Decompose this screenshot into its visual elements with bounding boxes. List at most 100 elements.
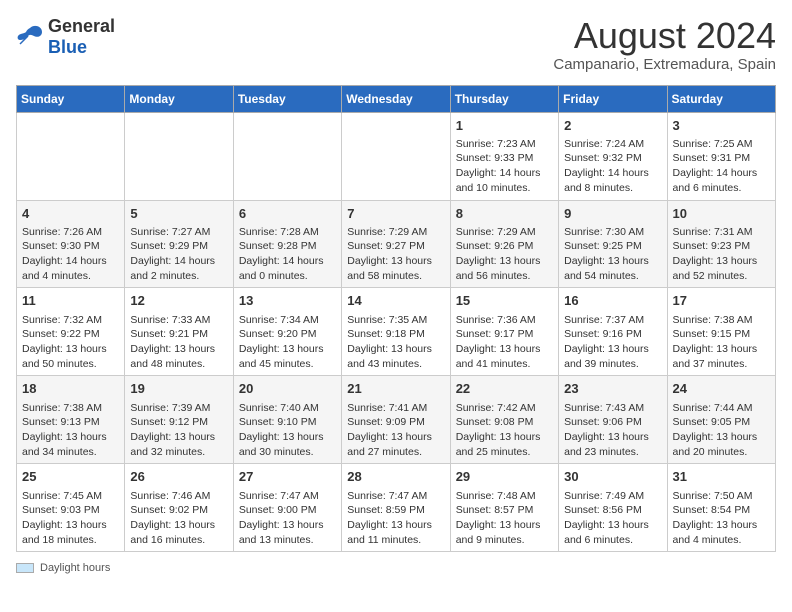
day-info: Sunrise: 7:36 AM Sunset: 9:17 PM Dayligh…	[456, 313, 553, 372]
day-number: 27	[239, 468, 336, 486]
day-info: Sunrise: 7:28 AM Sunset: 9:28 PM Dayligh…	[239, 225, 336, 284]
logo: General Blue	[16, 16, 115, 58]
subtitle: Campanario, Extremadura, Spain	[553, 56, 776, 73]
logo-text-blue: Blue	[48, 37, 87, 57]
daylight-indicator	[16, 563, 34, 573]
day-number: 13	[239, 292, 336, 310]
calendar-cell: 18 Sunrise: 7:38 AM Sunset: 9:13 PM Dayli…	[17, 376, 125, 464]
calendar-cell: 4Sunrise: 7:26 AM Sunset: 9:30 PM Daylig…	[17, 200, 125, 288]
calendar-cell: 30Sunrise: 7:49 AM Sunset: 8:56 PM Dayli…	[559, 464, 667, 552]
day-number: 17	[673, 292, 770, 310]
calendar-cell: 9Sunrise: 7:30 AM Sunset: 9:25 PM Daylig…	[559, 200, 667, 288]
day-info: Sunrise: 7:27 AM Sunset: 9:29 PM Dayligh…	[130, 225, 227, 284]
day-number: 31	[673, 468, 770, 486]
day-number: 6	[239, 205, 336, 223]
day-info: Sunrise: 7:48 AM Sunset: 8:57 PM Dayligh…	[456, 489, 553, 548]
calendar-cell: 17 Sunrise: 7:38 AM Sunset: 9:15 PM Dayli…	[667, 288, 775, 376]
day-number: 3	[673, 117, 770, 135]
day-info: Sunrise: 7:38 AM Sunset: 9:13 PM Dayligh…	[22, 401, 119, 460]
header-cell-tuesday: Tuesday	[233, 85, 341, 112]
calendar-cell: 23 Sunrise: 7:43 AM Sunset: 9:06 PM Dayli…	[559, 376, 667, 464]
calendar-week-2: 4Sunrise: 7:26 AM Sunset: 9:30 PM Daylig…	[17, 200, 776, 288]
calendar-cell: 1Sunrise: 7:23 AM Sunset: 9:33 PM Daylig…	[450, 112, 558, 200]
day-info: Sunrise: 7:41 AM Sunset: 9:09 PM Dayligh…	[347, 401, 444, 460]
calendar-cell: 2Sunrise: 7:24 AM Sunset: 9:32 PM Daylig…	[559, 112, 667, 200]
day-number: 8	[456, 205, 553, 223]
logo-bird-icon	[16, 24, 44, 46]
day-number: 19	[130, 380, 227, 398]
calendar-cell: 19 Sunrise: 7:39 AM Sunset: 9:12 PM Dayli…	[125, 376, 233, 464]
day-info: Sunrise: 7:24 AM Sunset: 9:32 PM Dayligh…	[564, 137, 661, 196]
calendar-cell: 8 Sunrise: 7:29 AM Sunset: 9:26 PM Daylig…	[450, 200, 558, 288]
day-info: Sunrise: 7:31 AM Sunset: 9:23 PM Dayligh…	[673, 225, 770, 284]
day-info: Sunrise: 7:29 AM Sunset: 9:27 PM Dayligh…	[347, 225, 444, 284]
day-number: 5	[130, 205, 227, 223]
header-cell-wednesday: Wednesday	[342, 85, 450, 112]
main-title: August 2024	[553, 16, 776, 56]
day-number: 14	[347, 292, 444, 310]
day-number: 28	[347, 468, 444, 486]
calendar-header: SundayMondayTuesdayWednesdayThursdayFrid…	[17, 85, 776, 112]
day-info: Sunrise: 7:34 AM Sunset: 9:20 PM Dayligh…	[239, 313, 336, 372]
calendar-cell	[17, 112, 125, 200]
day-info: Sunrise: 7:47 AM Sunset: 9:00 PM Dayligh…	[239, 489, 336, 548]
calendar-cell: 15 Sunrise: 7:36 AM Sunset: 9:17 PM Dayli…	[450, 288, 558, 376]
calendar-cell: 16 Sunrise: 7:37 AM Sunset: 9:16 PM Dayli…	[559, 288, 667, 376]
day-info: Sunrise: 7:50 AM Sunset: 8:54 PM Dayligh…	[673, 489, 770, 548]
day-info: Sunrise: 7:25 AM Sunset: 9:31 PM Dayligh…	[673, 137, 770, 196]
day-number: 23	[564, 380, 661, 398]
calendar-week-1: 1Sunrise: 7:23 AM Sunset: 9:33 PM Daylig…	[17, 112, 776, 200]
day-number: 20	[239, 380, 336, 398]
calendar-cell: 5 Sunrise: 7:27 AM Sunset: 9:29 PM Daylig…	[125, 200, 233, 288]
calendar-cell: 25Sunrise: 7:45 AM Sunset: 9:03 PM Dayli…	[17, 464, 125, 552]
calendar-table: SundayMondayTuesdayWednesdayThursdayFrid…	[16, 85, 776, 553]
header-cell-saturday: Saturday	[667, 85, 775, 112]
day-info: Sunrise: 7:32 AM Sunset: 9:22 PM Dayligh…	[22, 313, 119, 372]
day-number: 12	[130, 292, 227, 310]
day-number: 18	[22, 380, 119, 398]
day-info: Sunrise: 7:37 AM Sunset: 9:16 PM Dayligh…	[564, 313, 661, 372]
day-info: Sunrise: 7:33 AM Sunset: 9:21 PM Dayligh…	[130, 313, 227, 372]
day-number: 24	[673, 380, 770, 398]
header-cell-sunday: Sunday	[17, 85, 125, 112]
calendar-cell: 6 Sunrise: 7:28 AM Sunset: 9:28 PM Daylig…	[233, 200, 341, 288]
header-cell-friday: Friday	[559, 85, 667, 112]
footer-label: Daylight hours	[40, 562, 110, 574]
day-info: Sunrise: 7:40 AM Sunset: 9:10 PM Dayligh…	[239, 401, 336, 460]
day-info: Sunrise: 7:42 AM Sunset: 9:08 PM Dayligh…	[456, 401, 553, 460]
calendar-week-4: 18 Sunrise: 7:38 AM Sunset: 9:13 PM Dayli…	[17, 376, 776, 464]
day-info: Sunrise: 7:35 AM Sunset: 9:18 PM Dayligh…	[347, 313, 444, 372]
day-number: 4	[22, 205, 119, 223]
calendar-cell: 3 Sunrise: 7:25 AM Sunset: 9:31 PM Daylig…	[667, 112, 775, 200]
calendar-cell: 29Sunrise: 7:48 AM Sunset: 8:57 PM Dayli…	[450, 464, 558, 552]
header-row: SundayMondayTuesdayWednesdayThursdayFrid…	[17, 85, 776, 112]
calendar-cell: 26Sunrise: 7:46 AM Sunset: 9:02 PM Dayli…	[125, 464, 233, 552]
header-cell-monday: Monday	[125, 85, 233, 112]
day-info: Sunrise: 7:44 AM Sunset: 9:05 PM Dayligh…	[673, 401, 770, 460]
day-info: Sunrise: 7:39 AM Sunset: 9:12 PM Dayligh…	[130, 401, 227, 460]
calendar-cell: 14 Sunrise: 7:35 AM Sunset: 9:18 PM Dayli…	[342, 288, 450, 376]
day-info: Sunrise: 7:43 AM Sunset: 9:06 PM Dayligh…	[564, 401, 661, 460]
day-info: Sunrise: 7:29 AM Sunset: 9:26 PM Dayligh…	[456, 225, 553, 284]
calendar-cell: 10 Sunrise: 7:31 AM Sunset: 9:23 PM Dayli…	[667, 200, 775, 288]
calendar-body: 1Sunrise: 7:23 AM Sunset: 9:33 PM Daylig…	[17, 112, 776, 552]
calendar-cell	[125, 112, 233, 200]
calendar-cell: 20 Sunrise: 7:40 AM Sunset: 9:10 PM Dayli…	[233, 376, 341, 464]
day-number: 22	[456, 380, 553, 398]
day-number: 16	[564, 292, 661, 310]
day-number: 10	[673, 205, 770, 223]
calendar-week-3: 11Sunrise: 7:32 AM Sunset: 9:22 PM Dayli…	[17, 288, 776, 376]
day-info: Sunrise: 7:38 AM Sunset: 9:15 PM Dayligh…	[673, 313, 770, 372]
logo-text-general: General	[48, 16, 115, 36]
calendar-cell	[233, 112, 341, 200]
day-number: 26	[130, 468, 227, 486]
calendar-footer: Daylight hours	[16, 562, 776, 574]
day-number: 15	[456, 292, 553, 310]
calendar-cell: 11Sunrise: 7:32 AM Sunset: 9:22 PM Dayli…	[17, 288, 125, 376]
calendar-cell: 31 Sunrise: 7:50 AM Sunset: 8:54 PM Dayli…	[667, 464, 775, 552]
day-info: Sunrise: 7:49 AM Sunset: 8:56 PM Dayligh…	[564, 489, 661, 548]
day-number: 7	[347, 205, 444, 223]
calendar-cell: 21Sunrise: 7:41 AM Sunset: 9:09 PM Dayli…	[342, 376, 450, 464]
day-info: Sunrise: 7:47 AM Sunset: 8:59 PM Dayligh…	[347, 489, 444, 548]
calendar-cell: 13 Sunrise: 7:34 AM Sunset: 9:20 PM Dayli…	[233, 288, 341, 376]
